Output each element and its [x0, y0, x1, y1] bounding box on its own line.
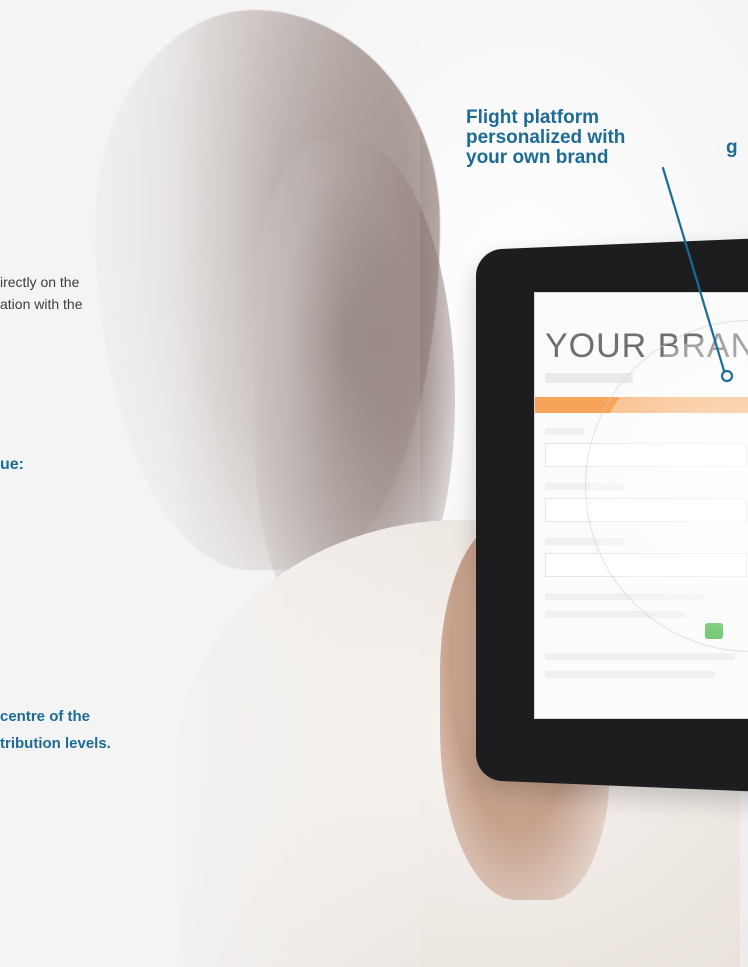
- left-text-line-1: irectly on the: [0, 274, 80, 290]
- left-fade-overlay: [0, 0, 420, 967]
- left-text-line-2: ation with the: [0, 296, 83, 312]
- screen-row: [545, 653, 735, 660]
- left-heading-partial: ue:: [0, 456, 24, 473]
- callout-partial-text: g: [726, 137, 738, 158]
- callout-title: Flight platform personalized with your o…: [466, 108, 706, 168]
- callout-line-3: your own brand: [466, 147, 609, 168]
- screen-row: [545, 671, 715, 678]
- screen-row: [545, 428, 585, 435]
- left-bottom-line-2: tribution levels.: [0, 735, 111, 752]
- callout-line-1: Flight platform: [466, 107, 599, 128]
- left-bottom-line-1: centre of the: [0, 708, 91, 725]
- callout-line-2: personalized with: [466, 127, 626, 148]
- screen-row: [545, 373, 633, 383]
